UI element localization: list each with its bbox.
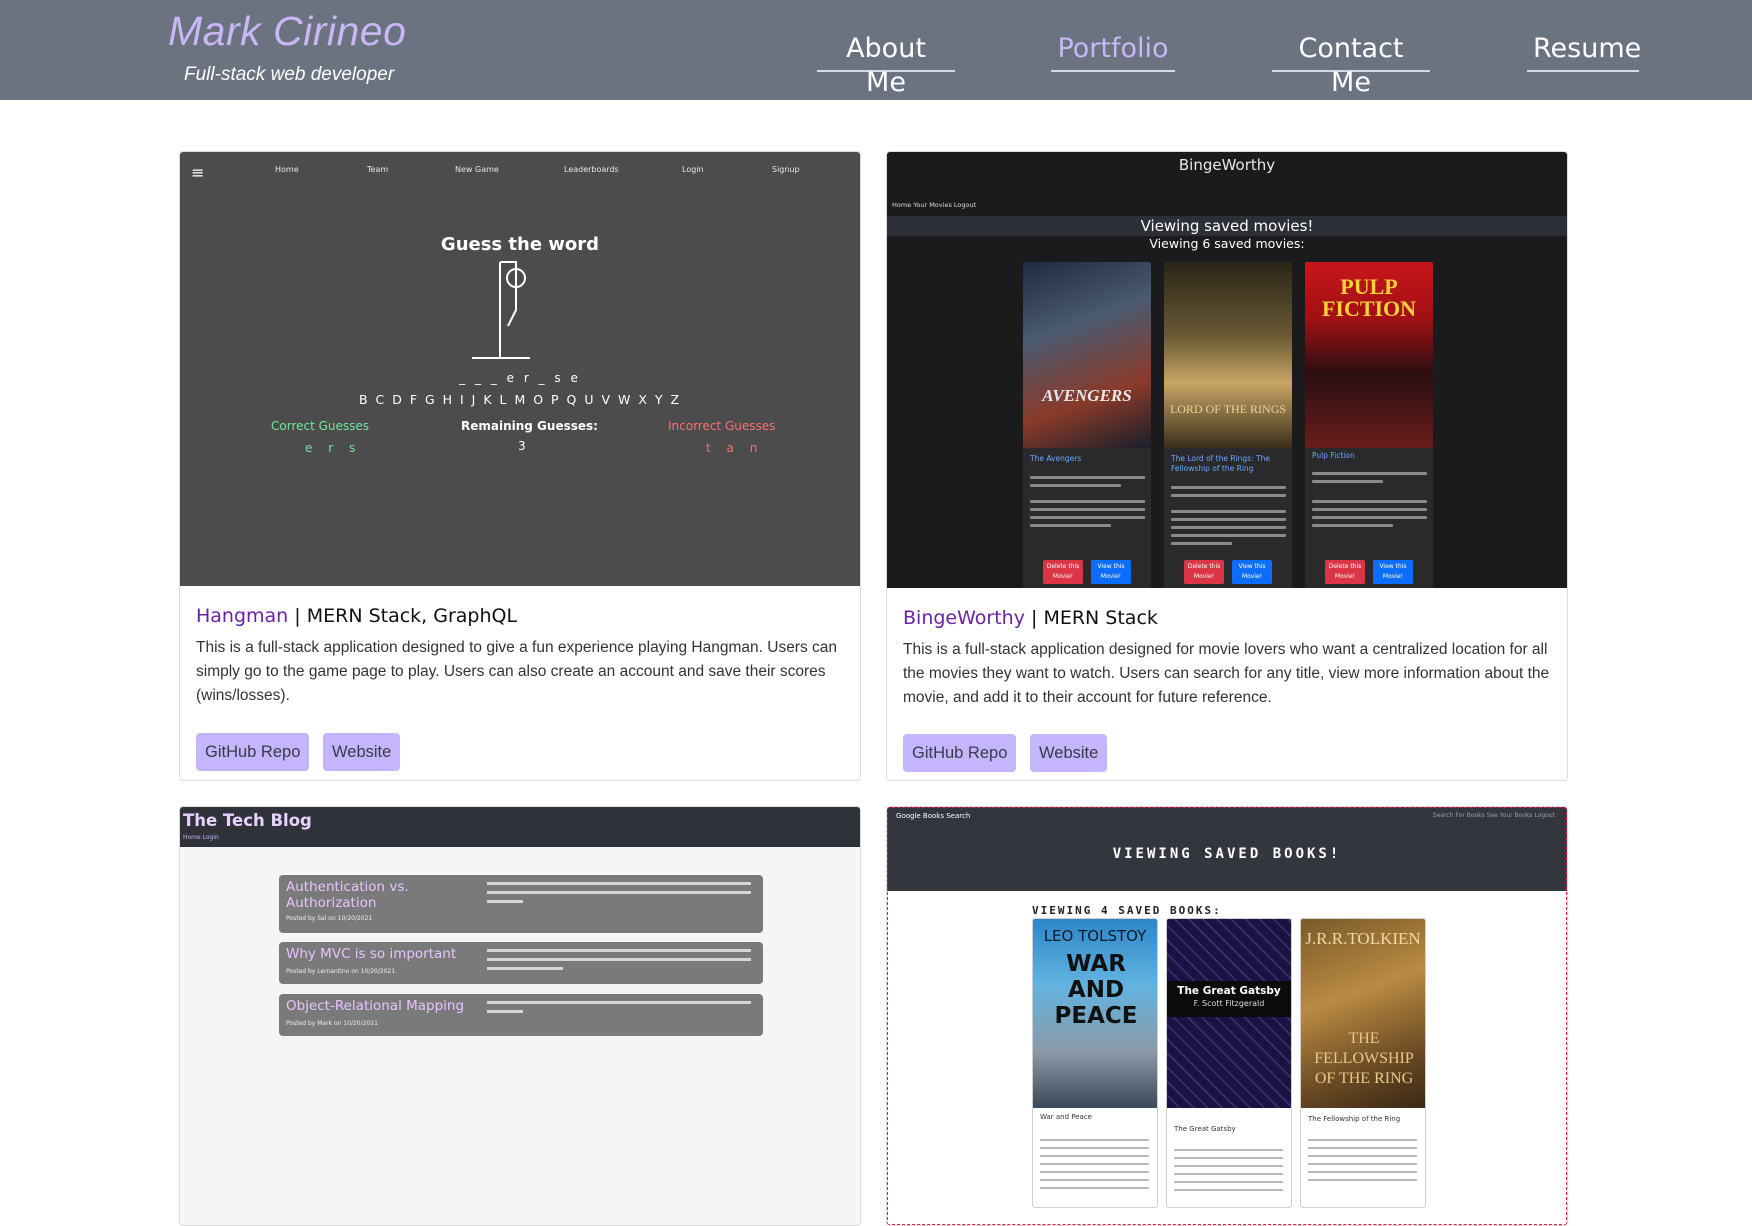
movie-poster: PULP FICTION <box>1305 262 1433 448</box>
book-cover: The Great Gatsby F. Scott Fitzgerald <box>1167 919 1291 1108</box>
post-byline: Posted by Mark on 10/20/2021 <box>286 1020 378 1027</box>
tech-blog-title: The Tech Blog <box>183 811 312 830</box>
saved-books-count: VIEWING 4 SAVED BOOKS: <box>1032 904 1222 917</box>
book-card: LEO TOLSTOY WAR AND PEACE War and Peace <box>1032 918 1158 1208</box>
project-name[interactable]: BingeWorthy <box>903 607 1025 629</box>
github-repo-button[interactable]: GitHub Repo <box>903 734 1017 772</box>
project-card-hangman: ≡ Home Team New Game Leaderboards Login … <box>179 151 861 781</box>
post-title: Object-Relational Mapping <box>286 998 465 1014</box>
remaining-guesses-value: 3 <box>518 439 532 453</box>
project-screenshot-hangman: ≡ Home Team New Game Leaderboards Login … <box>180 152 860 586</box>
project-title: Hangman | MERN Stack, GraphQL <box>196 605 517 627</box>
project-screenshot-tech-blog: Authentication vs. Authorization Posted … <box>180 847 860 1225</box>
hangman-word: _ _ _ e r _ s e <box>459 371 581 385</box>
project-screenshot-bingeworthy: BingeWorthy Home Your Movies Logout View… <box>887 152 1567 588</box>
website-button[interactable]: Website <box>1030 734 1108 772</box>
view-movie-button[interactable]: View this Movie! <box>1232 560 1272 584</box>
book-card: The Great Gatsby F. Scott Fitzgerald The… <box>1166 918 1292 1208</box>
nav-resume[interactable]: Resume <box>1527 32 1641 72</box>
project-description: This is a full-stack application designe… <box>196 639 838 704</box>
saved-books-heading: VIEWING SAVED BOOKS! <box>1112 846 1342 862</box>
screenshot-nav-item: New Game <box>455 165 499 174</box>
book-cover: LEO TOLSTOY WAR AND PEACE <box>1033 919 1157 1108</box>
movie-title: The Lord of the Rings: The Fellowship of… <box>1171 454 1270 473</box>
movie-title: Pulp Fiction <box>1312 451 1355 460</box>
menu-icon: ≡ <box>191 163 205 182</box>
remaining-guesses-label: Remaining Guesses: <box>461 419 598 433</box>
movie-card: LORD OF THE RINGS The Lord of the Rings:… <box>1164 262 1292 588</box>
correct-guesses-value: e r s <box>305 441 362 455</box>
project-name[interactable]: Hangman <box>196 605 288 627</box>
gallows-icon <box>472 261 530 359</box>
project-card-tech-blog: The Tech Blog Home Login Authentication … <box>179 806 861 1226</box>
book-cover: J.R.R.TOLKIEN THE FELLOWSHIP OF THE RING <box>1301 919 1425 1108</box>
movie-poster: LORD OF THE RINGS <box>1164 262 1292 448</box>
hangman-letters: B C D F G H I J K L M O P Q U V W X Y Z <box>358 392 682 407</box>
title-separator: | <box>288 605 307 627</box>
delete-movie-button[interactable]: Delete this Movie! <box>1184 560 1224 584</box>
app-title: BingeWorthy <box>1178 156 1276 174</box>
book-card: J.R.R.TOLKIEN THE FELLOWSHIP OF THE RING… <box>1300 918 1426 1208</box>
book-title: War and Peace <box>1040 1113 1092 1121</box>
website-button[interactable]: Website <box>323 733 401 771</box>
movie-card: PULP FICTION Pulp Fiction Delete this Mo… <box>1305 262 1433 588</box>
github-repo-button[interactable]: GitHub Repo <box>196 733 310 771</box>
movie-poster: AVENGERS <box>1023 262 1151 448</box>
blog-post: Why MVC is so important Posted by Lernan… <box>279 942 763 984</box>
screenshot-nav-item: Login <box>682 165 704 174</box>
post-byline: Posted by Sal on 10/20/2021 <box>286 915 373 922</box>
project-screenshot-google-books: Google Books Search Search For Books See… <box>887 807 1567 891</box>
view-movie-button[interactable]: View this Movie! <box>1091 560 1131 584</box>
project-stack: MERN Stack, GraphQL <box>306 605 518 627</box>
saved-movies-heading: Viewing saved movies! <box>1140 217 1314 235</box>
project-stack: MERN Stack <box>1043 607 1158 629</box>
post-title: Why MVC is so important <box>286 946 457 962</box>
site-name: Mark Cirineo <box>168 8 407 54</box>
book-title: The Fellowship of the Ring <box>1308 1115 1401 1123</box>
hangman-title: Guess the word <box>440 234 600 255</box>
view-movie-button[interactable]: View this Movie! <box>1373 560 1413 584</box>
movie-title: The Avengers <box>1030 454 1082 463</box>
gb-brand: Google Books Search <box>896 812 971 820</box>
nav-contact-me[interactable]: Contact Me <box>1272 32 1430 98</box>
movie-card: AVENGERS The Avengers Delete this Movie!… <box>1023 262 1151 588</box>
blog-post: Authentication vs. Authorization Posted … <box>279 875 763 933</box>
site-tagline: Full-stack web developer <box>184 64 395 85</box>
blog-post: Object-Relational Mapping Posted by Mark… <box>279 994 763 1036</box>
screenshot-nav-item: Leaderboards <box>564 165 619 174</box>
gb-nav: Search For Books See Your Books Logout <box>1432 812 1555 819</box>
project-card-google-books: Google Books Search Search For Books See… <box>886 806 1568 1226</box>
screenshot-nav-item: Team <box>367 165 389 174</box>
saved-movies-count: Viewing 6 saved movies: <box>1149 236 1305 251</box>
site-header: Mark Cirineo Full-stack web developer Ab… <box>0 0 1752 100</box>
project-card-bingeworthy: BingeWorthy Home Your Movies Logout View… <box>886 151 1568 781</box>
incorrect-guesses-label: Incorrect Guesses <box>668 419 776 433</box>
project-title: BingeWorthy | MERN Stack <box>903 607 1158 629</box>
screenshot-nav: Home Your Movies Logout <box>892 201 977 209</box>
project-description: This is a full-stack application designe… <box>903 641 1550 706</box>
post-title: Authentication vs. Authorization <box>286 879 409 911</box>
nav-portfolio[interactable]: Portfolio <box>1051 32 1175 72</box>
delete-movie-button[interactable]: Delete this Movie! <box>1325 560 1365 584</box>
screenshot-nav-item: Signup <box>772 165 800 174</box>
title-separator: | <box>1024 607 1044 629</box>
nav-about-me[interactable]: About Me <box>817 32 955 98</box>
correct-guesses-label: Correct Guesses <box>271 419 370 433</box>
book-title: The Great Gatsby <box>1174 1125 1236 1133</box>
screenshot-nav-item: Home <box>275 165 299 174</box>
incorrect-guesses-value: t a n <box>706 441 764 455</box>
post-byline: Posted by Lernantino on 10/20/2021 <box>286 968 396 975</box>
delete-movie-button[interactable]: Delete this Movie! <box>1043 560 1083 584</box>
screenshot-nav: Home Login <box>183 834 219 841</box>
